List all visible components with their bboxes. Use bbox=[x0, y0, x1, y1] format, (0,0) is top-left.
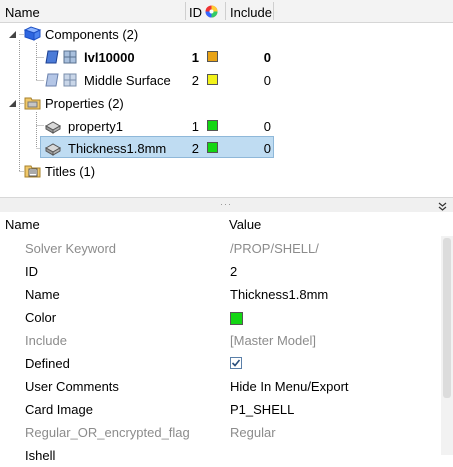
property-row[interactable]: Regular_OR_encrypted_flag Regular bbox=[0, 421, 440, 444]
splitter-grip-dot bbox=[229, 204, 230, 205]
column-header-name[interactable]: Name bbox=[5, 0, 40, 22]
components-folder-icon bbox=[23, 26, 42, 45]
property-value: [Master Model] bbox=[230, 333, 316, 348]
property-row[interactable]: User Comments Hide In Menu/Export bbox=[0, 375, 440, 398]
mesh-icon bbox=[63, 50, 77, 67]
tree-header: Name ID Include bbox=[0, 0, 453, 23]
property-icon bbox=[44, 119, 62, 137]
property-name: Solver Keyword bbox=[25, 241, 117, 256]
color-swatch[interactable] bbox=[207, 120, 218, 131]
tree-node-id: 1 bbox=[191, 119, 199, 134]
color-swatch[interactable] bbox=[207, 51, 218, 62]
property-value[interactable]: Thickness1.8mm bbox=[230, 283, 328, 306]
column-divider[interactable] bbox=[273, 2, 274, 20]
property-row[interactable]: ID 2 bbox=[0, 260, 440, 283]
collapse-arrow-icon[interactable] bbox=[8, 28, 17, 42]
property-name: Regular_OR_encrypted_flag bbox=[25, 425, 190, 440]
vertical-scrollbar[interactable] bbox=[441, 236, 453, 455]
component-surface-icon bbox=[45, 73, 59, 91]
tree-node-id: 1 bbox=[191, 50, 199, 65]
property-value: /PROP/SHELL/ bbox=[230, 241, 319, 256]
property-row[interactable]: Name Thickness1.8mm bbox=[0, 283, 440, 306]
splitter-grip-dot bbox=[225, 204, 226, 205]
column-divider[interactable] bbox=[185, 2, 186, 20]
property-row[interactable]: Defined bbox=[0, 352, 440, 375]
defined-checkbox[interactable] bbox=[230, 357, 242, 369]
tree-node-include: 0 bbox=[263, 119, 271, 134]
column-header-include[interactable]: Include bbox=[230, 0, 272, 22]
column-header-value[interactable]: Value bbox=[229, 213, 261, 235]
model-tree: Components (2) lvl10000 1 0 Middle Surfa… bbox=[0, 23, 453, 196]
property-name: Name bbox=[25, 287, 60, 302]
property-value: Regular bbox=[230, 425, 276, 440]
splitter-grip-dot bbox=[221, 204, 222, 205]
property-table-header: Name Value bbox=[0, 212, 453, 236]
property-name: ID bbox=[25, 264, 38, 279]
color-value-swatch[interactable] bbox=[230, 312, 243, 325]
panel-splitter[interactable] bbox=[0, 197, 453, 213]
property-row[interactable]: Ishell bbox=[0, 444, 440, 467]
tree-node-label: Properties (2) bbox=[45, 96, 124, 111]
tree-node-property[interactable]: property1 1 0 bbox=[0, 115, 453, 138]
tree-node-include: 0 bbox=[263, 141, 271, 156]
titles-folder-icon bbox=[24, 163, 42, 182]
property-name: User Comments bbox=[25, 379, 119, 394]
tree-node-label: Components (2) bbox=[45, 27, 139, 42]
properties-folder-icon bbox=[24, 95, 42, 114]
color-swatch[interactable] bbox=[207, 142, 218, 153]
property-value[interactable]: Hide In Menu/Export bbox=[230, 375, 349, 398]
property-name: Include bbox=[25, 333, 67, 348]
tree-node-titles[interactable]: Titles (1) bbox=[0, 160, 453, 183]
tree-node-label: Middle Surface bbox=[84, 73, 171, 88]
property-value[interactable]: 2 bbox=[230, 260, 237, 283]
property-row[interactable]: Include [Master Model] bbox=[0, 329, 440, 352]
tree-node-id: 2 bbox=[191, 141, 199, 156]
property-row[interactable]: Card Image P1_SHELL bbox=[0, 398, 440, 421]
property-name: Defined bbox=[25, 356, 70, 371]
property-name: Ishell bbox=[25, 448, 56, 463]
tree-node-components[interactable]: Components (2) bbox=[0, 23, 453, 46]
color-wheel-icon[interactable] bbox=[205, 5, 218, 18]
tree-node-label: lvl10000 bbox=[84, 50, 135, 65]
tree-node-id: 2 bbox=[191, 73, 199, 88]
mesh-icon bbox=[63, 73, 77, 90]
tree-node-include: 0 bbox=[263, 73, 271, 88]
component-surface-icon bbox=[45, 50, 59, 68]
tree-node-include: 0 bbox=[263, 50, 271, 65]
property-row[interactable]: Color bbox=[0, 306, 440, 329]
scrollbar-thumb[interactable] bbox=[443, 238, 451, 398]
property-row[interactable]: Solver Keyword /PROP/SHELL/ bbox=[0, 237, 440, 260]
property-name: Card Image bbox=[25, 402, 93, 417]
column-header-id[interactable]: ID bbox=[189, 0, 202, 22]
tree-node-property-selected[interactable]: Thickness1.8mm 2 0 bbox=[0, 137, 453, 160]
color-swatch[interactable] bbox=[207, 74, 218, 85]
column-divider[interactable] bbox=[225, 2, 226, 20]
tree-node-component[interactable]: Middle Surface 2 0 bbox=[0, 69, 453, 92]
property-table: Solver Keyword /PROP/SHELL/ ID 2 Name Th… bbox=[0, 237, 440, 463]
collapse-arrow-icon[interactable] bbox=[8, 97, 17, 111]
tree-node-properties[interactable]: Properties (2) bbox=[0, 92, 453, 115]
property-icon bbox=[44, 141, 62, 159]
tree-node-label: Thickness1.8mm bbox=[68, 141, 167, 156]
tree-node-label: Titles (1) bbox=[45, 164, 96, 179]
column-header-name[interactable]: Name bbox=[5, 213, 40, 235]
tree-node-label: property1 bbox=[68, 119, 123, 134]
property-name: Color bbox=[25, 310, 57, 325]
property-value[interactable]: P1_SHELL bbox=[230, 398, 294, 421]
checkmark-icon bbox=[231, 359, 241, 367]
tree-node-component[interactable]: lvl10000 1 0 bbox=[0, 46, 453, 69]
